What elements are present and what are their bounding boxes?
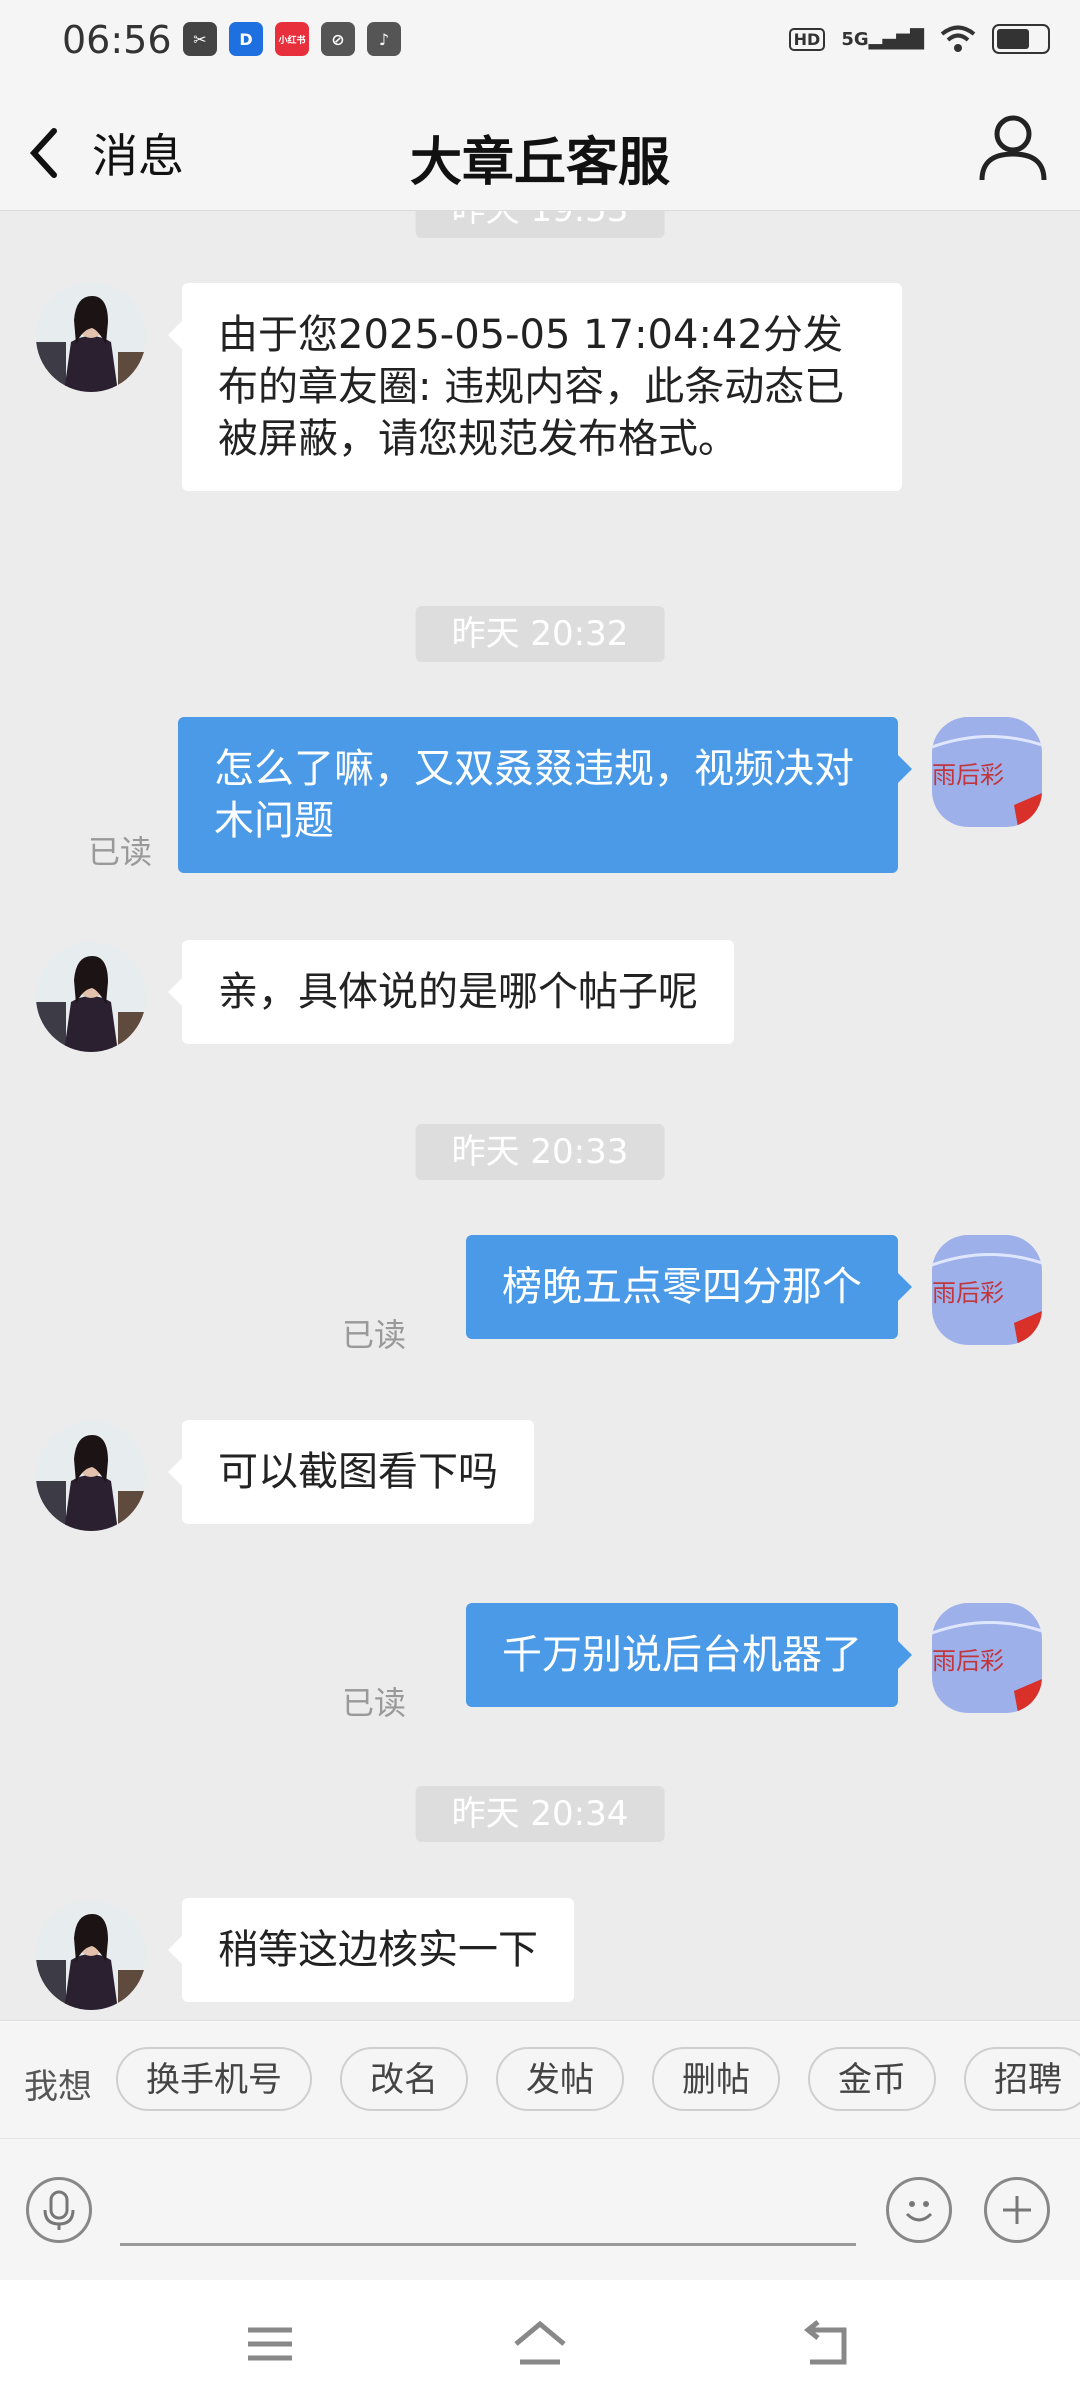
outgoing-message[interactable]: 千万别说后台机器了 (466, 1603, 912, 1707)
wifi-icon (940, 25, 976, 52)
voice-button[interactable] (26, 2177, 92, 2243)
home-icon[interactable] (510, 2318, 570, 2370)
status-bar: 06:56 ✂ D 小红书 ⊘ ♪ HD 5G▂▄▆█ (0, 0, 1080, 84)
user-photo-icon: 雨后彩 (932, 717, 1042, 827)
user-avatar[interactable]: 雨后彩 (932, 717, 1042, 827)
microphone-icon (43, 2190, 75, 2230)
menu-icon[interactable] (240, 2318, 300, 2370)
status-indicators: HD 5G▂▄▆█ (788, 24, 1050, 54)
chip-post[interactable]: 发帖 (496, 2047, 624, 2111)
chip-recruit[interactable]: 招聘 (964, 2047, 1080, 2111)
incoming-message[interactable]: 亲，具体说的是哪个帖子呢 (168, 940, 734, 1044)
outgoing-message[interactable]: 榜晚五点零四分那个 (466, 1235, 912, 1339)
user-photo-icon: 雨后彩 (932, 1603, 1042, 1713)
timestamp-chip: 昨天 19:53 (415, 210, 665, 238)
chip-delete-post[interactable]: 删帖 (652, 2047, 780, 2111)
plus-icon (1003, 2196, 1031, 2224)
svg-text:雨后彩: 雨后彩 (932, 761, 1004, 789)
read-status: 已读 (342, 1316, 407, 1354)
emoji-button[interactable] (886, 2177, 952, 2243)
incoming-message[interactable]: 由于您2025-05-05 17:04:42分发布的章友圈: 违规内容，此条动态… (168, 283, 902, 491)
svg-text:雨后彩: 雨后彩 (932, 1647, 1004, 1675)
read-status: 已读 (342, 1684, 407, 1722)
profile-icon[interactable] (976, 110, 1050, 184)
link-app-icon: ⊘ (321, 22, 355, 56)
tiktok-app-icon: ♪ (367, 22, 401, 56)
outgoing-message[interactable]: 怎么了嘛，又双叒叕违规，视频决对木问题 (178, 717, 912, 873)
agent-avatar[interactable] (36, 1421, 146, 1531)
xiaohongshu-app-icon: 小红书 (275, 22, 309, 56)
incoming-message[interactable]: 可以截图看下吗 (168, 1420, 534, 1524)
hd-icon: HD (788, 27, 826, 51)
smiley-icon (905, 2201, 933, 2222)
woman-portrait-icon (36, 282, 146, 392)
more-button[interactable] (984, 2177, 1050, 2243)
woman-portrait-icon (36, 1900, 146, 2010)
message-input[interactable] (120, 2191, 856, 2246)
chip-coins[interactable]: 金币 (808, 2047, 936, 2111)
d-app-icon: D (229, 22, 263, 56)
quick-reply-chips: 换手机号 改名 发帖 删帖 金币 招聘 (116, 2047, 1080, 2111)
user-photo-icon: 雨后彩 (932, 1235, 1042, 1345)
timestamp-chip: 昨天 20:32 (415, 606, 665, 662)
chip-change-phone[interactable]: 换手机号 (116, 2047, 312, 2111)
user-avatar[interactable]: 雨后彩 (932, 1235, 1042, 1345)
chip-rename[interactable]: 改名 (340, 2047, 468, 2111)
incoming-message[interactable]: 稍等这边核实一下 (168, 1898, 574, 2002)
agent-avatar[interactable] (36, 1900, 146, 2010)
page-title: 大章丘客服 (409, 133, 670, 193)
status-app-icons: ✂ D 小红书 ⊘ ♪ (183, 22, 401, 56)
back-nav-icon[interactable] (796, 2318, 856, 2370)
user-avatar[interactable]: 雨后彩 (932, 1603, 1042, 1713)
quick-reply-label: 我想 (24, 2067, 92, 2107)
scissors-app-icon: ✂ (183, 22, 217, 56)
battery-icon (992, 24, 1050, 54)
agent-avatar[interactable] (36, 282, 146, 392)
input-bar (0, 2138, 1080, 2281)
timestamp-chip: 昨天 20:34 (415, 1786, 665, 1842)
status-time: 06:56 (62, 18, 172, 62)
read-status: 已读 (88, 833, 153, 871)
signal-icon: 5G▂▄▆█ (841, 28, 924, 50)
timestamp-chip: 昨天 20:33 (415, 1124, 665, 1180)
network-type: 5G (841, 28, 869, 50)
chat-header: 消息 大章丘客服 (0, 84, 1080, 211)
woman-portrait-icon (36, 942, 146, 1052)
svg-text:雨后彩: 雨后彩 (932, 1279, 1004, 1307)
agent-avatar[interactable] (36, 942, 146, 1052)
quick-reply-bar: 我想 换手机号 改名 发帖 删帖 金币 招聘 (0, 2020, 1080, 2139)
message-list[interactable]: 昨天 19:53 由于您2025-05-05 17:04:42分发布的章友圈: … (0, 210, 1080, 2020)
woman-portrait-icon (36, 1421, 146, 1531)
system-navigation-bar (0, 2280, 1080, 2408)
